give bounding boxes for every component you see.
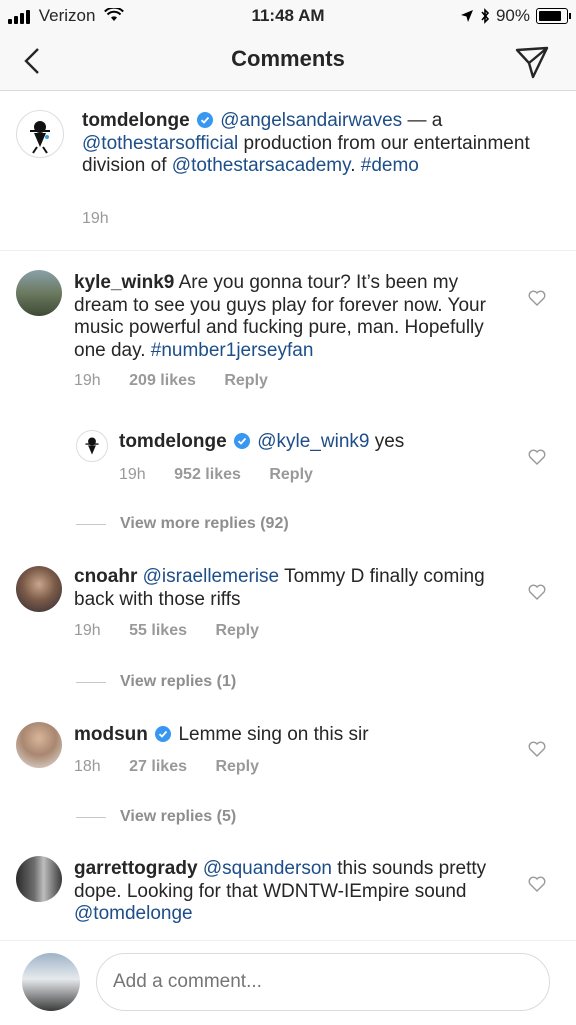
mention-link[interactable]: @tothestarsacademy [172, 155, 350, 176]
reply-button[interactable]: Reply [215, 758, 259, 775]
heart-icon[interactable] [528, 584, 546, 600]
heart-icon[interactable] [528, 876, 546, 892]
likes-count[interactable]: 27 likes [129, 758, 187, 775]
reply-button[interactable]: Reply [215, 622, 259, 639]
reply-button[interactable]: Reply [224, 372, 268, 389]
verified-badge-icon [155, 726, 172, 742]
comment-time: 18h [74, 758, 101, 775]
avatar[interactable] [16, 722, 62, 768]
page-title: Comments [231, 46, 345, 71]
comment-username[interactable]: cnoahr [74, 566, 137, 587]
likes-count[interactable]: 55 likes [129, 622, 187, 639]
avatar[interactable] [76, 430, 108, 462]
comment-cnoahr: cnoahr @israellemerise Tommy D finally c… [0, 556, 576, 666]
mention-link[interactable]: @tothestarsofficial [82, 133, 238, 154]
avatar[interactable] [16, 856, 62, 902]
battery-icon [536, 8, 571, 24]
post-caption: tomdelonge @angelsandairwaves — a @tothe… [0, 90, 576, 251]
caption-time: 19h [82, 210, 109, 227]
heart-icon[interactable] [528, 741, 546, 757]
view-more-replies-button[interactable]: View more replies (92) [76, 515, 289, 533]
comment-username[interactable]: tomdelonge [119, 431, 227, 452]
avatar[interactable] [16, 566, 62, 612]
comment-username[interactable]: garrettogrady [74, 858, 198, 879]
hashtag-link[interactable]: #number1jerseyfan [151, 340, 314, 361]
mention-link[interactable]: @angelsandairwaves [220, 110, 402, 131]
status-bar: Verizon 11:48 AM 90% [0, 0, 576, 34]
comment-time: 19h [119, 466, 146, 483]
heart-icon[interactable] [528, 449, 546, 465]
comment-modsun: modsun Lemme sing on this sir 18h 27 lik… [0, 712, 576, 802]
view-replies-button[interactable]: View replies (5) [76, 808, 236, 826]
direct-message-icon[interactable] [514, 44, 550, 80]
caption-username[interactable]: tomdelonge [82, 110, 190, 131]
avatar[interactable] [16, 110, 64, 158]
location-icon [460, 10, 473, 22]
comment-time: 19h [74, 622, 101, 639]
comment-kyle-wink9: kyle_wink9 Are you gonna tour? It’s been… [0, 252, 576, 402]
avatar [22, 953, 80, 1011]
comment-time: 19h [74, 372, 101, 389]
caption-text: tomdelonge @angelsandairwaves — a @tothe… [82, 110, 530, 176]
reply-tomdelonge: tomdelonge @kyle_wink9 yes 19h 952 likes… [0, 420, 576, 500]
avatar[interactable] [16, 270, 62, 316]
comment-input[interactable] [96, 953, 550, 1011]
battery-percent: 90% [495, 6, 530, 25]
comment-composer [0, 940, 576, 1025]
comment-username[interactable]: kyle_wink9 [74, 272, 174, 293]
comment-garrettogrady: garrettogrady @squanderson this sounds p… [0, 846, 576, 940]
mention-link[interactable]: @tomdelonge [74, 903, 193, 924]
verified-badge-icon [196, 112, 213, 128]
mention-link[interactable]: @squanderson [203, 858, 332, 879]
likes-count[interactable]: 209 likes [129, 372, 196, 389]
comment-username[interactable]: modsun [74, 724, 148, 745]
comment-text: yes [369, 431, 405, 452]
view-replies-button[interactable]: View replies (1) [76, 673, 236, 691]
heart-icon[interactable] [528, 290, 546, 306]
hashtag-link[interactable]: #demo [361, 155, 419, 176]
mention-link[interactable]: @kyle_wink9 [257, 431, 369, 452]
bluetooth-icon [481, 8, 490, 24]
likes-count[interactable]: 952 likes [174, 466, 241, 483]
reply-button[interactable]: Reply [269, 466, 313, 483]
comment-text: Lemme sing on this sir [178, 724, 369, 745]
verified-badge-icon [233, 433, 250, 449]
nav-bar: Comments [0, 34, 576, 91]
mention-link[interactable]: @israellemerise [143, 566, 280, 587]
